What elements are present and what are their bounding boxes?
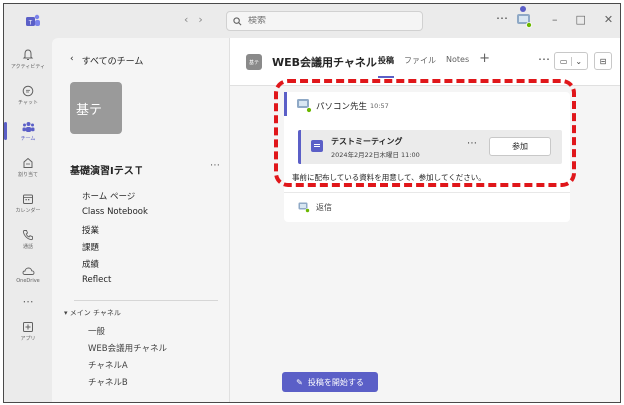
meeting-title: テストミーティング <box>331 137 403 146</box>
more-apps-icon: ⋯ <box>22 294 34 308</box>
rail-label: カレンダー <box>15 207 41 214</box>
meet-now-button[interactable]: ▭ ⌄ <box>554 52 588 70</box>
rail-item-teams[interactable]: チーム <box>4 114 52 148</box>
rail-label: アプリ <box>20 335 36 342</box>
post-divider <box>284 192 570 193</box>
rail-label: 割り当て <box>17 171 38 178</box>
more-options-icon[interactable]: ⋯ <box>496 11 508 25</box>
team-link-home[interactable]: ホーム ページ <box>82 190 148 207</box>
user-avatar-icon[interactable] <box>516 12 532 28</box>
channel-team-icon: 基テ <box>246 54 262 70</box>
post-time: 10:57 <box>370 102 389 110</box>
meeting-card[interactable]: テストミーティング 2024年2月22日木曜日 11:00 ⋯ 参加 <box>298 130 562 164</box>
team-link-classes[interactable]: 授業 <box>82 224 148 241</box>
channels-header-label: メイン チャネル <box>69 309 121 317</box>
meeting-date: 2024年2月22日木曜日 11:00 <box>331 151 420 159</box>
rail-label: チャット <box>18 99 38 106</box>
search-input[interactable] <box>248 16 408 26</box>
channel-a[interactable]: チャネルA <box>88 359 167 376</box>
calendar-icon <box>23 194 33 204</box>
rail-more[interactable]: ⋯ <box>4 284 52 318</box>
divider <box>74 300 218 301</box>
channel-info-button[interactable]: ⊟ <box>594 52 612 70</box>
reply-avatar-icon <box>298 202 310 213</box>
rail-item-calls[interactable]: 通話 <box>4 222 52 256</box>
window-controls: – □ ✕ <box>552 13 613 26</box>
info-panel-icon: ⊟ <box>599 56 607 66</box>
post-author: パソコン先生 <box>316 102 368 112</box>
app-rail: アクティビティ チャット チーム 割り当て カレンダー 通話 OneDrive … <box>4 38 52 402</box>
close-icon[interactable]: ✕ <box>604 13 613 26</box>
apps-icon <box>23 321 33 332</box>
team-link-class-notebook[interactable]: Class Notebook <box>82 207 148 224</box>
chat-icon <box>22 85 34 96</box>
video-camera-icon: ▭ <box>559 56 568 66</box>
tab-posts[interactable]: 投稿 <box>378 55 394 78</box>
start-post-label: 投稿を開始する <box>307 377 364 387</box>
rail-label: アクティビティ <box>10 63 46 70</box>
rail-item-assignments[interactable]: 割り当て <box>4 150 52 184</box>
teams-window: T ‹› ⋯ – □ ✕ アクティビティ チャ <box>3 3 621 403</box>
caret-down-icon: ▾ <box>64 309 68 317</box>
team-panel: ‹ すべてのチーム 基テ 基礎演習ⅠテスＴ ⋯ ホーム ページ Class No… <box>52 38 230 402</box>
post-accent-bar <box>284 92 287 116</box>
channel-header: 基テ WEB会議用チャネル 投稿 ファイル Notes + ⋯ ▭ ⌄ ⊟ <box>230 38 620 86</box>
team-link-assignments[interactable]: 課題 <box>82 241 148 258</box>
teams-icon <box>22 121 34 132</box>
add-tab-icon[interactable]: + <box>479 51 490 66</box>
meeting-more-icon[interactable]: ⋯ <box>467 138 477 149</box>
channel-general[interactable]: 一般 <box>88 325 167 342</box>
team-more-icon[interactable]: ⋯ <box>210 160 220 171</box>
meeting-post: パソコン先生 10:57 テストミーティング 2024年2月22日木曜日 11:… <box>284 92 570 222</box>
assignments-icon <box>23 157 33 168</box>
join-button[interactable]: 参加 <box>489 137 551 156</box>
channel-list: 一般 WEB会議用チャネル チャネルA チャネルB <box>88 325 167 393</box>
team-link-reflect[interactable]: Reflect <box>82 275 148 292</box>
teams-logo-icon: T <box>26 14 40 26</box>
channel-tabs: 投稿 ファイル Notes + <box>378 51 490 78</box>
cloud-icon <box>22 267 34 275</box>
channel-title: WEB会議用チャネル <box>272 56 377 69</box>
channels-header[interactable]: ▾ メイン チャネル <box>64 308 121 318</box>
team-name: 基礎演習ⅠテスＴ <box>70 166 144 177</box>
rail-label: 通話 <box>22 243 33 250</box>
tab-notes[interactable]: Notes <box>446 55 469 66</box>
rail-item-chat[interactable]: チャット <box>4 78 52 112</box>
team-avatar: 基テ <box>70 82 122 134</box>
compose-icon: ✎ <box>296 377 303 387</box>
phone-icon <box>22 229 33 240</box>
team-link-grades[interactable]: 成績 <box>82 258 148 275</box>
channel-b[interactable]: チャネルB <box>88 376 167 393</box>
chevron-down-icon: ⌄ <box>571 56 582 66</box>
search-box[interactable] <box>226 11 423 31</box>
bell-icon <box>22 48 34 60</box>
title-bar: T ‹› ⋯ – □ ✕ <box>4 4 620 38</box>
rail-item-apps[interactable]: アプリ <box>4 314 52 348</box>
team-links: ホーム ページ Class Notebook 授業 課題 成績 Reflect <box>82 190 148 292</box>
chevron-left-icon: ‹ <box>70 54 74 64</box>
reply-link[interactable]: 返信 <box>298 202 332 213</box>
reply-label: 返信 <box>316 203 332 212</box>
minimize-icon[interactable]: – <box>552 13 558 26</box>
svg-text:T: T <box>29 20 33 26</box>
maximize-icon[interactable]: □ <box>576 13 586 26</box>
start-post-button[interactable]: ✎ 投稿を開始する <box>282 372 378 392</box>
channel-main: 基テ WEB会議用チャネル 投稿 ファイル Notes + ⋯ ▭ ⌄ ⊟ パソ… <box>230 38 620 402</box>
all-teams-link[interactable]: ‹ すべてのチーム <box>70 54 143 67</box>
search-icon <box>233 16 242 25</box>
channel-more-icon[interactable]: ⋯ <box>538 52 550 66</box>
channel-web-meeting[interactable]: WEB会議用チャネル <box>88 342 167 359</box>
rail-item-activity[interactable]: アクティビティ <box>4 42 52 76</box>
post-body: 事前に配布している資料を用意して、参加してください。 <box>292 173 486 182</box>
tab-files[interactable]: ファイル <box>404 55 436 66</box>
rail-item-calendar[interactable]: カレンダー <box>4 186 52 220</box>
meeting-icon <box>311 140 323 152</box>
history-nav[interactable]: ‹› <box>184 13 213 26</box>
author-avatar-icon <box>297 99 312 113</box>
rail-label: チーム <box>20 135 36 142</box>
all-teams-label: すべてのチーム <box>81 57 144 67</box>
